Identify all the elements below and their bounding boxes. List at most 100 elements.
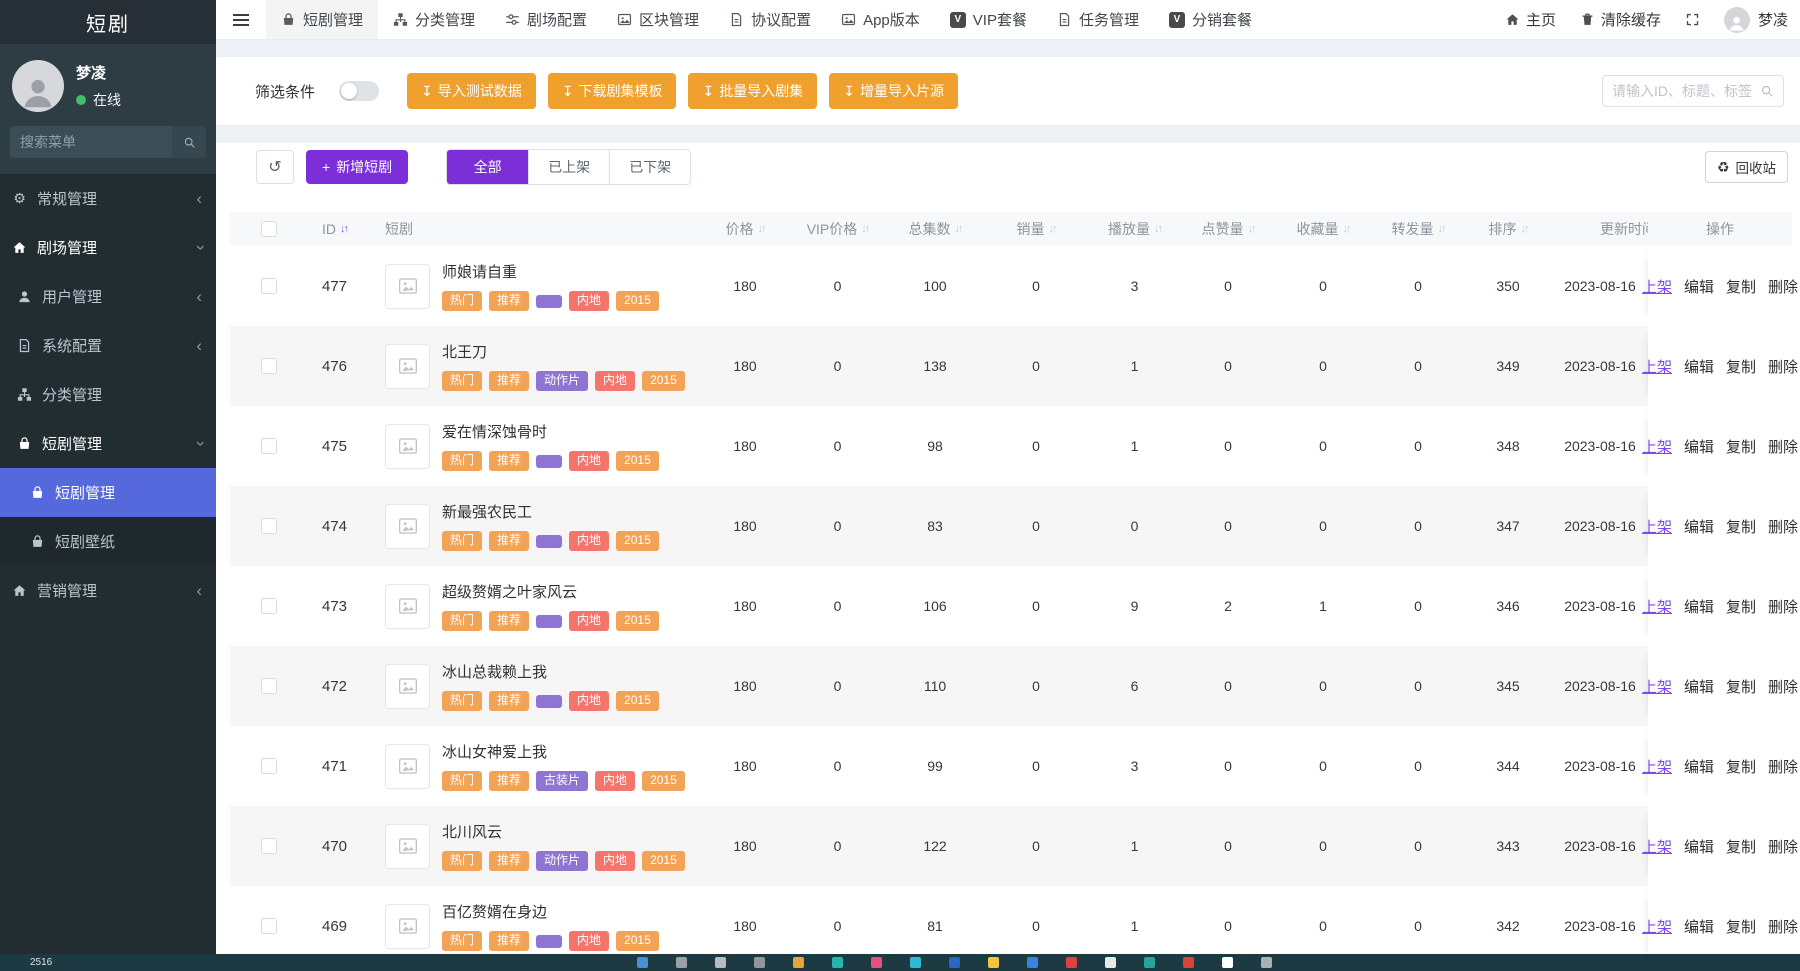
sidebar-item-drama-manage[interactable]: 短剧管理 [0,468,216,517]
tab-agreement-config[interactable]: 协议配置 [714,0,826,39]
add-drama-button[interactable]: +新增短剧 [306,150,408,184]
action-copy[interactable]: 复制 [1726,276,1756,297]
row-checkbox[interactable] [261,278,277,294]
action-edit[interactable]: 编辑 [1684,916,1714,937]
action-publish[interactable]: 上架 [1642,596,1672,617]
tab-block-manage[interactable]: 区块管理 [602,0,714,39]
header-sales[interactable]: 销量↓↑ [985,219,1087,239]
taskbar-app-icon[interactable] [754,957,765,968]
action-copy[interactable]: 复制 [1726,676,1756,697]
action-edit[interactable]: 编辑 [1684,836,1714,857]
action-edit[interactable]: 编辑 [1684,516,1714,537]
action-publish[interactable]: 上架 [1642,516,1672,537]
action-publish[interactable]: 上架 [1642,436,1672,457]
action-publish[interactable]: 上架 [1642,916,1672,937]
action-delete[interactable]: 删除 [1768,596,1798,617]
taskbar-app-icon[interactable] [793,957,804,968]
action-edit[interactable]: 编辑 [1684,356,1714,377]
action-edit[interactable]: 编辑 [1684,756,1714,777]
thumbnail-placeholder[interactable] [385,584,430,629]
action-delete[interactable]: 删除 [1768,836,1798,857]
taskbar-app-icon[interactable] [832,957,843,968]
row-checkbox[interactable] [261,358,277,374]
taskbar-app-icon[interactable] [1144,957,1155,968]
sort-icon[interactable]: ↓↑ [340,223,347,235]
sidebar-item-drama-parent[interactable]: 短剧管理‹ [0,419,216,468]
sidebar-item-general[interactable]: ⚙常规管理‹ [0,174,216,223]
action-copy[interactable]: 复制 [1726,356,1756,377]
sidebar-item-users[interactable]: 用户管理‹ [0,272,216,321]
action-delete[interactable]: 删除 [1768,676,1798,697]
action-delete[interactable]: 删除 [1768,436,1798,457]
import-test-data-button[interactable]: ↧导入测试数据 [407,73,536,109]
search-icon[interactable] [1760,84,1774,98]
sort-icon[interactable]: ↓↑ [758,223,765,235]
fullscreen-button[interactable] [1685,12,1700,27]
sort-icon[interactable]: ↓↑ [1438,223,1445,235]
thumbnail-placeholder[interactable] [385,344,430,389]
action-publish[interactable]: 上架 [1642,356,1672,377]
header-likes[interactable]: 点赞量↓↑ [1182,219,1274,239]
action-publish[interactable]: 上架 [1642,756,1672,777]
thumbnail-placeholder[interactable] [385,664,430,709]
tab-task-manage[interactable]: 任务管理 [1042,0,1154,39]
sort-icon[interactable]: ↓↑ [1049,223,1056,235]
sort-icon[interactable]: ↓↑ [1343,223,1350,235]
clear-cache-link[interactable]: 清除缓存 [1580,9,1661,30]
sort-icon[interactable]: ↓↑ [1154,223,1161,235]
select-all-checkbox[interactable] [261,221,277,237]
sidebar-item-categories[interactable]: 分类管理 [0,370,216,419]
action-copy[interactable]: 复制 [1726,756,1756,777]
tab-distribution-package[interactable]: V分销套餐 [1154,0,1267,39]
tab-app-version[interactable]: App版本 [826,0,935,39]
header-price[interactable]: 价格↓↑ [700,219,790,239]
home-link[interactable]: 主页 [1505,9,1556,30]
tab-category-manage[interactable]: 分类管理 [378,0,490,39]
taskbar-app-icon[interactable] [910,957,921,968]
sort-icon[interactable]: ↓↑ [955,223,962,235]
sort-icon[interactable]: ↓↑ [1248,223,1255,235]
incremental-import-button[interactable]: ↧增量导入片源 [829,73,958,109]
row-checkbox[interactable] [261,758,277,774]
action-copy[interactable]: 复制 [1726,516,1756,537]
taskbar-app-icon[interactable] [1261,957,1272,968]
row-checkbox[interactable] [261,518,277,534]
taskbar-app-icon[interactable] [949,957,960,968]
row-checkbox[interactable] [261,918,277,934]
download-template-button[interactable]: ↧下载剧集模板 [548,73,677,109]
action-delete[interactable]: 删除 [1768,516,1798,537]
row-checkbox[interactable] [261,838,277,854]
tab-unpublished[interactable]: 已下架 [609,150,690,184]
action-publish[interactable]: 上架 [1642,676,1672,697]
action-delete[interactable]: 删除 [1768,916,1798,937]
taskbar-app-icon[interactable] [1222,957,1233,968]
action-edit[interactable]: 编辑 [1684,596,1714,617]
action-edit[interactable]: 编辑 [1684,276,1714,297]
sidebar-search-input[interactable] [10,126,172,158]
sidebar-item-theater[interactable]: 剧场管理‹ [0,223,216,272]
header-vip-price[interactable]: VIP价格↓↑ [790,219,885,239]
user-menu[interactable]: 梦凌 [1724,7,1788,33]
sort-icon[interactable]: ↓↑ [861,223,868,235]
header-favorites[interactable]: 收藏量↓↑ [1274,219,1372,239]
thumbnail-placeholder[interactable] [385,504,430,549]
sidebar-item-marketing[interactable]: 营销管理‹ [0,566,216,615]
row-checkbox[interactable] [261,678,277,694]
action-delete[interactable]: 删除 [1768,356,1798,377]
action-copy[interactable]: 复制 [1726,436,1756,457]
header-plays[interactable]: 播放量↓↑ [1087,219,1182,239]
header-sort[interactable]: 排序↓↑ [1464,219,1552,239]
action-publish[interactable]: 上架 [1642,276,1672,297]
recycle-bin-button[interactable]: ♻回收站 [1705,151,1788,183]
action-copy[interactable]: 复制 [1726,836,1756,857]
filter-toggle[interactable] [339,81,379,101]
taskbar-app-icon[interactable] [1183,957,1194,968]
action-copy[interactable]: 复制 [1726,916,1756,937]
header-episodes[interactable]: 总集数↓↑ [885,219,985,239]
action-edit[interactable]: 编辑 [1684,676,1714,697]
sort-icon[interactable]: ↓↑ [1521,223,1528,235]
table-search-input[interactable] [1612,83,1760,99]
row-checkbox[interactable] [261,598,277,614]
taskbar-app-icon[interactable] [871,957,882,968]
sidebar-item-system-config[interactable]: 系统配置‹ [0,321,216,370]
